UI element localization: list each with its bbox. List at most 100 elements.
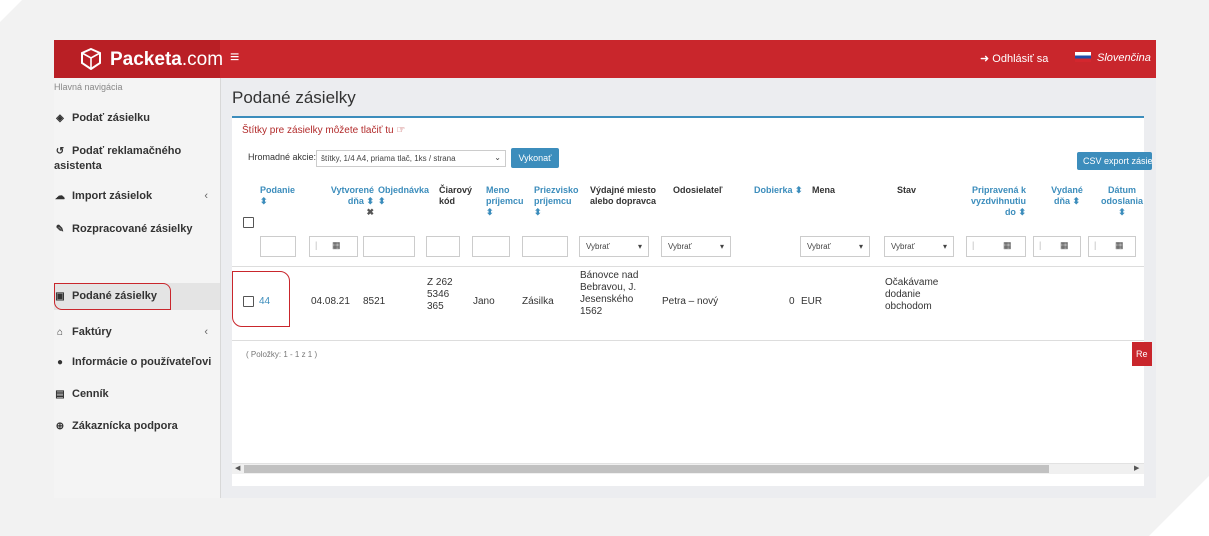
column-header-priezvisko[interactable]: Priezvisko príjemcu ⬍ [534,185,580,218]
sort-icon: ⬍ [1118,207,1126,217]
scroll-left-icon[interactable]: ◀ [235,464,240,474]
chevron-left-icon: ‹ [204,326,208,338]
highlight-outline [54,283,171,310]
corner-decoration [0,0,22,22]
calendar-icon[interactable]: ▦ [1060,240,1069,251]
column-header-mena: Mena [812,185,836,195]
sort-icon: ⬍ [1072,196,1081,206]
column-header-vydajne-miesto: Výdajné miesto alebo dopravca [590,185,657,206]
column-header-pripravena[interactable]: Pripravená k vyzdvihnutiu do ⬍ [966,185,1026,218]
brand-name: Packeta.com [110,49,224,70]
select-all-checkbox[interactable] [243,217,254,228]
filter-meno-input[interactable] [472,236,510,257]
sort-icon: ⬍ [366,196,374,206]
user-icon: ● [56,357,64,368]
reset-button[interactable]: Re [1132,342,1152,366]
cell-dobierka: 0 [789,296,795,307]
filter-priezvisko-input[interactable] [522,236,568,257]
filter-podanie-input[interactable] [260,236,296,257]
sidebar-item-informacie[interactable]: ● Informácie o používateľovi [54,356,220,368]
logout-icon: ➜ [980,53,990,65]
cell-objednavka: 8521 [363,296,386,307]
page-title: Podané zásielky [232,88,356,107]
column-header-vytvorene[interactable]: Vytvorené dňa ⬍ ✖ [320,185,374,218]
sidebar-item-podat-zasielku[interactable]: ◈ Podať zásielku [54,112,220,124]
sidebar-item-rozpracovane[interactable]: ✎ Rozpracované zásielky [54,223,220,235]
print-labels-link[interactable]: Štítky pre zásielky môžete tlačiť tu ☞ [242,125,405,136]
column-header-odosielatel: Odosielateľ [673,185,723,195]
cell-stav: Očakávame dodanie obchodom [885,277,939,312]
scrollbar-thumb[interactable] [244,465,1049,473]
sidebar-item-import[interactable]: ☁ Import zásielok ‹ [54,190,220,202]
undo-icon: ↺ [55,146,65,157]
sidebar: Hlavná navigácia ◈ Podať zásielku ↺ Podať … [54,78,221,498]
column-header-stav: Stav [897,185,917,195]
sidebar-item-podpora[interactable]: ⊕ Zákaznícka podpora [54,420,220,432]
filter-mena-select[interactable]: Vybrať ▾ [800,236,870,257]
money-icon: ▤ [55,389,65,400]
cell-odosielatel: Petra – nový [662,296,719,307]
filter-ciarovy-input[interactable] [426,236,460,257]
sidebar-item-cennik[interactable]: ▤ Cenník [54,388,220,400]
horizontal-scrollbar[interactable]: ◀ ▶ [232,463,1144,474]
cell-meno: Jano [473,296,495,307]
sort-icon: ⬍ [795,185,803,195]
cell-mena: EUR [801,296,823,307]
top-bar: Packeta.com ≡ ➜ Odhlásiť sa Slovenčina [54,40,1156,78]
filter-datum-date[interactable]: | ▦ [1088,236,1136,257]
cell-vytvorene: 04.08.21 [311,296,350,307]
chevron-down-icon: ▾ [942,242,947,251]
table-row[interactable]: 44 04.08.21 8521 Z 262 5346 365 Jano Zás… [232,266,1144,341]
highlight-outline [232,271,290,327]
column-header-dobierka[interactable]: Dobierka ⬍ [754,185,803,196]
column-header-objednavka[interactable]: Objednávka ⬍ [378,185,429,207]
cell-ciarovy-kod: Z 262 5346 365 [427,277,453,312]
clear-icon[interactable]: ✖ [366,207,374,217]
box-icon: ◈ [56,113,64,124]
column-header-ciarovy-kod: Čiarový kód [439,185,473,206]
calendar-icon[interactable]: ▦ [1115,240,1124,251]
chevron-down-icon: ⌄ [494,153,501,162]
logo[interactable]: Packeta.com [54,40,224,78]
cell-vydajne-miesto: Bánovce nad Bebravou, J. Jesenského 1562 [580,270,639,317]
edit-icon: ✎ [55,224,65,235]
column-header-vydane[interactable]: Vydané dňa ⬍ [1048,185,1086,207]
sidebar-item-faktury[interactable]: ⌂ Faktúry ‹ [54,326,220,338]
sort-icon: ⬍ [378,196,386,206]
flag-slovakia-icon [1075,52,1091,62]
cloud-upload-icon: ☁ [55,191,65,202]
chevron-down-icon: ▾ [858,242,863,251]
logout-link[interactable]: ➜ Odhlásiť sa [980,52,1048,65]
filter-odosielatel-select[interactable]: Vybrať ▾ [661,236,731,257]
column-header-datum[interactable]: Dátum odoslania ⬍ [1097,185,1147,218]
sidebar-item-reklamacia[interactable]: ↺ Podať reklamačného asistenta [54,144,204,173]
bank-icon: ⌂ [56,327,64,338]
language-selector[interactable]: Slovenčina [1075,52,1151,64]
filter-stav-select[interactable]: Vybrať ▾ [884,236,954,257]
filter-pripravena-date[interactable]: | ▦ [966,236,1026,257]
calendar-icon[interactable]: ▦ [332,240,341,251]
chevron-down-icon: ▾ [719,242,724,251]
hand-pointer-icon: ☞ [396,125,406,136]
filter-objednavka-input[interactable] [363,236,415,257]
chevron-left-icon: ‹ [204,190,208,202]
calendar-icon[interactable]: ▦ [1003,240,1012,251]
scroll-right-icon[interactable]: ▶ [1134,464,1139,474]
chevron-down-icon: ▾ [637,242,642,251]
menu-toggle-icon[interactable]: ≡ [230,49,239,67]
run-action-button[interactable]: Vykonať [511,148,559,168]
csv-export-button[interactable]: CSV export zásielok [1077,152,1152,170]
filter-vydajne-select[interactable]: Vybrať ▾ [579,236,649,257]
nav-heading: Hlavná navigácia [54,82,123,92]
packeta-logo-icon [81,48,101,70]
app-window: Packeta.com ≡ ➜ Odhlásiť sa Slovenčina H… [54,40,1156,498]
cell-priezvisko: Zásilka [522,296,554,307]
column-header-podanie[interactable]: Podanie ⬍ [260,185,295,207]
corner-decoration [1149,476,1209,536]
sort-icon: ⬍ [534,207,542,217]
sort-icon: ⬍ [486,207,494,217]
bulk-actions-select[interactable]: štítky, 1/4 A4, priama tlač, 1ks / stran… [316,150,506,167]
filter-vytvorene-date[interactable]: | ▦ [309,236,358,257]
filter-vydane-date[interactable]: | ▦ [1033,236,1081,257]
column-header-meno[interactable]: Meno príjemcu ⬍ [486,185,528,218]
